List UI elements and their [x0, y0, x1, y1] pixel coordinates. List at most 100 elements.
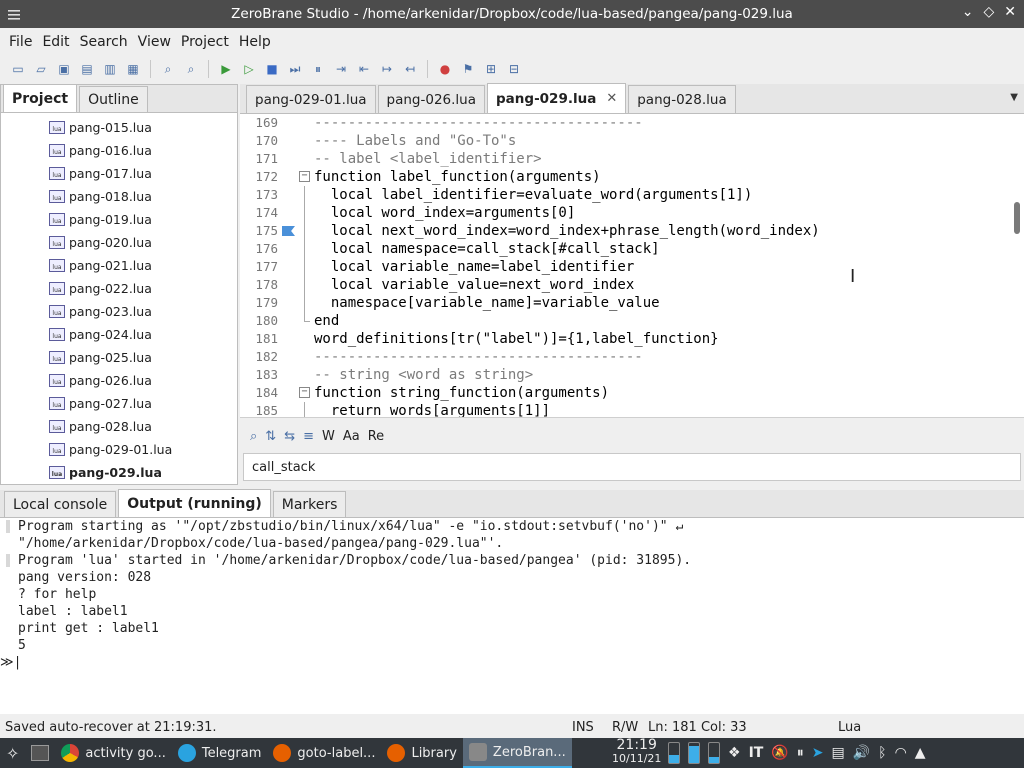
window-menu-icon[interactable]	[6, 6, 22, 22]
file-item[interactable]: lua pang-029.lua	[1, 461, 237, 484]
code-text[interactable]: ---------------------------------------	[314, 348, 643, 366]
find-input[interactable]: call_stack	[243, 453, 1021, 481]
file-item[interactable]: lua pang-016.lua	[1, 139, 237, 162]
file-item[interactable]: lua pang-021.lua	[1, 254, 237, 277]
list-icon[interactable]: ≡	[303, 429, 314, 444]
code-line[interactable]: 182 -------------------------------------…	[240, 348, 1024, 366]
keyboard-layout[interactable]: IT	[749, 745, 764, 761]
code-text[interactable]: ---- Labels and "Go-To"s	[314, 132, 516, 150]
console-prompt[interactable]: ≫|	[0, 654, 1024, 671]
tray-expand-icon[interactable]: ▲	[915, 745, 926, 761]
code-line[interactable]: 180 end	[240, 312, 1024, 330]
line-number[interactable]: 178	[240, 277, 278, 292]
code-editor[interactable]: 169 -------------------------------------…	[240, 114, 1024, 418]
code-line[interactable]: 174 local word_index=arguments[0]	[240, 204, 1024, 222]
file-item[interactable]: lua pang-020.lua	[1, 231, 237, 254]
code-line[interactable]: 169 -------------------------------------…	[240, 114, 1024, 132]
minimize-icon[interactable]: ⌄	[962, 4, 974, 20]
trace-icon[interactable]: ↤	[400, 59, 420, 79]
line-number[interactable]: 184	[240, 385, 278, 400]
file-item[interactable]: lua pang-025.lua	[1, 346, 237, 369]
regex-option[interactable]: Re	[368, 429, 384, 444]
wifi-icon[interactable]: ◠	[895, 745, 907, 761]
pager-desktop-3[interactable]	[708, 742, 720, 764]
file-item[interactable]: lua pang-015.lua	[1, 116, 237, 139]
stop-icon[interactable]: ■	[262, 59, 282, 79]
taskbar-item-firefox[interactable]: goto-label...	[267, 738, 381, 768]
file-item[interactable]: lua pang-023.lua	[1, 300, 237, 323]
media-pause-icon[interactable]: ⏸	[797, 745, 804, 761]
code-text[interactable]: function string_function(arguments)	[314, 384, 609, 402]
menu-file[interactable]: File	[4, 34, 37, 50]
code-line[interactable]: 181 word_definitions[tr("label")]={1,labe…	[240, 330, 1024, 348]
save-all-icon[interactable]: ▤	[77, 59, 97, 79]
dropbox-icon[interactable]: ❖	[728, 745, 741, 761]
code-text[interactable]: namespace[variable_name]=variable_value	[314, 294, 660, 312]
tab-output[interactable]: Output (running)	[118, 489, 271, 517]
tab-project[interactable]: Project	[3, 84, 78, 112]
code-text[interactable]: -- label <label_identifier>	[314, 150, 542, 168]
code-text[interactable]: local next_word_index=word_index+phrase_…	[314, 222, 820, 240]
line-number[interactable]: 171	[240, 151, 278, 166]
fold-toggle-icon[interactable]: −	[299, 387, 310, 398]
taskbar-item-telegram[interactable]: Telegram	[172, 738, 268, 768]
line-number[interactable]: 179	[240, 295, 278, 310]
editor-tab[interactable]: pang-028.lua	[628, 85, 736, 113]
code-text[interactable]: local variable_value=next_word_index	[314, 276, 634, 294]
fold-toggle-icon[interactable]: −	[299, 171, 310, 182]
tab-list-dropdown-icon[interactable]: ▼	[1010, 92, 1018, 103]
file-item[interactable]: lua pang-024.lua	[1, 323, 237, 346]
save-icon[interactable]: ▣	[54, 59, 74, 79]
code-line[interactable]: 172 − function label_function(arguments)	[240, 168, 1024, 186]
close-icon[interactable]: ✕	[1004, 4, 1016, 20]
code-text[interactable]: local word_index=arguments[0]	[314, 204, 575, 222]
notifications-off-icon[interactable]: 🔕	[771, 745, 788, 761]
menu-project[interactable]: Project	[176, 34, 234, 50]
start-debug-icon[interactable]: ▶	[216, 59, 236, 79]
pager-desktop-2[interactable]	[688, 742, 700, 764]
file-item[interactable]: lua pang-026.lua	[1, 369, 237, 392]
code-line[interactable]: 176 local namespace=call_stack[#call_sta…	[240, 240, 1024, 258]
run-to-cursor-icon[interactable]: ↦	[377, 59, 397, 79]
file-item[interactable]: lua pang-027.lua	[1, 392, 237, 415]
step-over-icon[interactable]: ⇥	[331, 59, 351, 79]
whole-word-option[interactable]: W	[322, 429, 335, 444]
taskbar-item-zerobrane[interactable]: ZeroBran...	[462, 738, 572, 768]
file-item[interactable]: lua pang-018.lua	[1, 185, 237, 208]
code-line[interactable]: 185 return words[arguments[1]]	[240, 402, 1024, 417]
code-line[interactable]: 170 ---- Labels and "Go-To"s	[240, 132, 1024, 150]
line-number[interactable]: 172	[240, 169, 278, 184]
line-number[interactable]: 183	[240, 367, 278, 382]
code-line[interactable]: 178 local variable_value=next_word_index	[240, 276, 1024, 294]
menu-view[interactable]: View	[133, 34, 176, 50]
line-number[interactable]: 177	[240, 259, 278, 274]
line-number[interactable]: 170	[240, 133, 278, 148]
tab-outline[interactable]: Outline	[79, 86, 148, 112]
code-line[interactable]: 184 − function string_function(arguments)	[240, 384, 1024, 402]
open-file-icon[interactable]: ▱	[31, 59, 51, 79]
new-file-icon[interactable]: ▭	[8, 59, 28, 79]
clock[interactable]: 21:19 10/11/21	[612, 738, 661, 765]
file-item[interactable]: lua pang-029-01.lua	[1, 438, 237, 461]
code-text[interactable]: word_definitions[tr("label")]={1,label_f…	[314, 330, 719, 348]
editor-tab-active[interactable]: pang-029.lua ✕	[487, 83, 627, 113]
step-out-icon[interactable]: ⇤	[354, 59, 374, 79]
code-text[interactable]: local label_identifier=evaluate_word(arg…	[314, 186, 752, 204]
break-icon[interactable]: ⏸	[308, 59, 328, 79]
volume-icon[interactable]: 🔊	[853, 745, 870, 761]
code-text[interactable]: function label_function(arguments)	[314, 168, 601, 186]
line-number[interactable]: 175	[240, 223, 278, 238]
replace-icon[interactable]: ⇆	[284, 429, 295, 444]
bookmark-marker-icon[interactable]	[282, 226, 295, 236]
editor-tab[interactable]: pang-026.lua	[377, 85, 486, 113]
line-number[interactable]: 176	[240, 241, 278, 256]
find-icon[interactable]: ⌕	[158, 59, 178, 79]
watch-icon[interactable]: ⊞	[481, 59, 501, 79]
code-line[interactable]: 183 -- string <word as string>	[240, 366, 1024, 384]
file-item[interactable]: lua pang-017.lua	[1, 162, 237, 185]
bluetooth-icon[interactable]: ᛒ	[878, 745, 886, 761]
telegram-tray-icon[interactable]: ➤	[812, 745, 824, 761]
menu-search[interactable]: Search	[75, 34, 133, 50]
code-text[interactable]: -- string <word as string>	[314, 366, 533, 384]
match-case-option[interactable]: Aa	[343, 429, 360, 444]
